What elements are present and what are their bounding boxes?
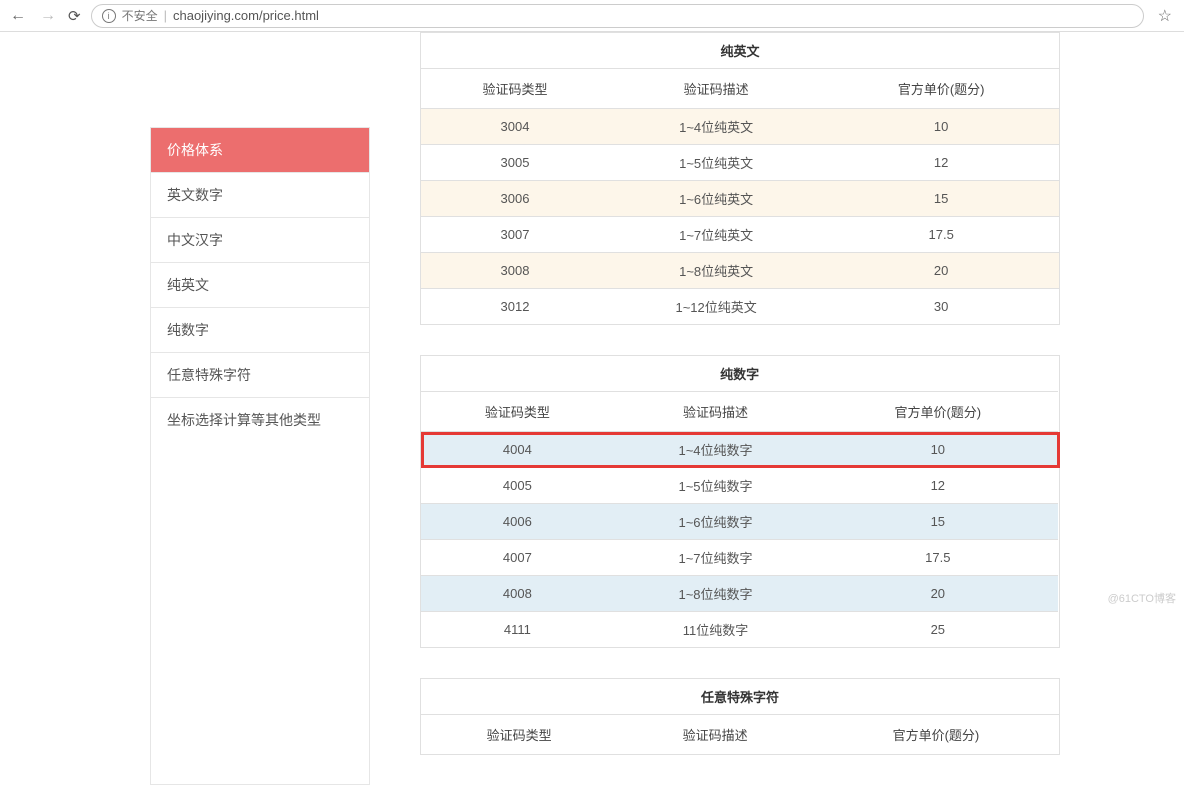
cell-type: 3007 — [421, 217, 609, 253]
cell-type: 3004 — [421, 109, 609, 145]
cell-desc: 1~8位纯数字 — [614, 576, 818, 612]
table-row: 30041~4位纯英文10 — [421, 109, 1060, 145]
cell-desc: 1~5位纯数字 — [614, 468, 818, 504]
table-row: 411111位纯数字25 — [421, 612, 1060, 648]
table-title: 任意特殊字符 — [421, 679, 1060, 715]
col-header-desc: 验证码描述 — [617, 715, 813, 755]
col-header-type: 验证码类型 — [421, 69, 609, 109]
col-header-price: 官方单价(题分) — [813, 715, 1060, 755]
cell-price: 10 — [817, 432, 1058, 468]
sidebar-item-0[interactable]: 价格体系 — [151, 128, 369, 173]
cell-type: 4111 — [421, 612, 614, 648]
col-header-type: 验证码类型 — [421, 392, 614, 432]
table-row: 30051~5位纯英文12 — [421, 145, 1060, 181]
cell-desc: 1~6位纯数字 — [614, 504, 818, 540]
bookmark-icon[interactable]: ☆ — [1154, 6, 1176, 26]
sidebar-item-3[interactable]: 纯英文 — [151, 263, 369, 308]
back-button[interactable]: ← — [8, 7, 28, 25]
cell-desc: 1~5位纯英文 — [609, 145, 823, 181]
table-row: 30061~6位纯英文15 — [421, 181, 1060, 217]
cell-desc: 1~8位纯英文 — [609, 253, 823, 289]
table-row: 30071~7位纯英文17.5 — [421, 217, 1060, 253]
cell-desc: 1~4位纯英文 — [609, 109, 823, 145]
col-header-desc: 验证码描述 — [614, 392, 818, 432]
cell-type: 4008 — [421, 576, 614, 612]
cell-type: 4007 — [421, 540, 614, 576]
cell-price: 30 — [823, 289, 1059, 325]
sidebar-item-5[interactable]: 任意特殊字符 — [151, 353, 369, 398]
cell-price: 25 — [817, 612, 1058, 648]
cell-price: 17.5 — [823, 217, 1059, 253]
sidebar-item-4[interactable]: 纯数字 — [151, 308, 369, 353]
cell-type: 3008 — [421, 253, 609, 289]
cell-price: 10 — [823, 109, 1059, 145]
table-row: 40071~7位纯数字17.5 — [421, 540, 1060, 576]
sidebar-item-6[interactable]: 坐标选择计算等其他类型 — [151, 398, 369, 442]
insecure-label: 不安全 — [122, 7, 158, 24]
page-body: 价格体系英文数字中文汉字纯英文纯数字任意特殊字符坐标选择计算等其他类型 纯英文验… — [0, 32, 1184, 785]
watermark: @61CTO博客 — [1108, 590, 1176, 606]
table-title: 纯英文 — [421, 33, 1060, 69]
table-row: 30081~8位纯英文20 — [421, 253, 1060, 289]
divider: | — [164, 8, 167, 23]
cell-price: 12 — [823, 145, 1059, 181]
cell-type: 3005 — [421, 145, 609, 181]
cell-type: 4004 — [421, 432, 614, 468]
info-icon: i — [102, 9, 116, 23]
cell-desc: 1~6位纯英文 — [609, 181, 823, 217]
table-row: 40041~4位纯数字10 — [421, 432, 1060, 468]
price-table-1: 纯数字验证码类型验证码描述官方单价(题分)40041~4位纯数字1040051~… — [420, 355, 1060, 648]
sidebar-item-1[interactable]: 英文数字 — [151, 173, 369, 218]
col-header-price: 官方单价(题分) — [817, 392, 1058, 432]
table-row: 40051~5位纯数字12 — [421, 468, 1060, 504]
browser-toolbar: ← → ⟳ i 不安全 | chaojiying.com/price.html … — [0, 0, 1184, 32]
price-table-2: 任意特殊字符验证码类型验证码描述官方单价(题分) — [420, 678, 1060, 755]
cell-type: 3012 — [421, 289, 609, 325]
cell-desc: 1~4位纯数字 — [614, 432, 818, 468]
address-bar[interactable]: i 不安全 | chaojiying.com/price.html — [91, 4, 1144, 28]
table-row: 30121~12位纯英文30 — [421, 289, 1060, 325]
price-table-0: 纯英文验证码类型验证码描述官方单价(题分)30041~4位纯英文1030051~… — [420, 32, 1060, 325]
sidebar: 价格体系英文数字中文汉字纯英文纯数字任意特殊字符坐标选择计算等其他类型 — [150, 127, 370, 785]
cell-type: 3006 — [421, 181, 609, 217]
col-header-desc: 验证码描述 — [609, 69, 823, 109]
table-row: 40061~6位纯数字15 — [421, 504, 1060, 540]
reload-button[interactable]: ⟳ — [68, 7, 81, 25]
cell-price: 17.5 — [817, 540, 1058, 576]
cell-price: 20 — [817, 576, 1058, 612]
cell-desc: 1~12位纯英文 — [609, 289, 823, 325]
cell-price: 12 — [817, 468, 1058, 504]
cell-desc: 11位纯数字 — [614, 612, 818, 648]
col-header-type: 验证码类型 — [421, 715, 618, 755]
cell-price: 15 — [817, 504, 1058, 540]
url-text: chaojiying.com/price.html — [173, 8, 319, 23]
cell-desc: 1~7位纯英文 — [609, 217, 823, 253]
main-content: 纯英文验证码类型验证码描述官方单价(题分)30041~4位纯英文1030051~… — [420, 32, 1060, 785]
cell-price: 20 — [823, 253, 1059, 289]
table-row: 40081~8位纯数字20 — [421, 576, 1060, 612]
col-header-price: 官方单价(题分) — [823, 69, 1059, 109]
cell-desc: 1~7位纯数字 — [614, 540, 818, 576]
cell-type: 4006 — [421, 504, 614, 540]
forward-button[interactable]: → — [38, 7, 58, 25]
sidebar-item-2[interactable]: 中文汉字 — [151, 218, 369, 263]
cell-price: 15 — [823, 181, 1059, 217]
table-title: 纯数字 — [421, 356, 1059, 392]
cell-type: 4005 — [421, 468, 614, 504]
